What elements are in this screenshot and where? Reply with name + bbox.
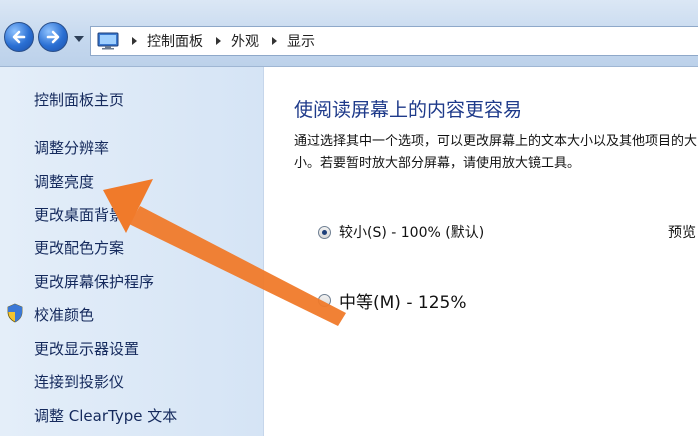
radio-button-medium[interactable] xyxy=(318,294,331,307)
navigation-bar: 控制面板 外观 显示 xyxy=(0,0,698,67)
chevron-right-icon[interactable] xyxy=(129,36,139,46)
sidebar-item-change-color-scheme[interactable]: 更改配色方案 xyxy=(34,237,124,258)
back-button[interactable] xyxy=(4,22,34,52)
shield-icon xyxy=(7,303,23,323)
forward-arrow-icon xyxy=(46,30,60,44)
breadcrumb-control-panel[interactable]: 控制面板 xyxy=(147,31,203,51)
task-pane: 控制面板主页 调整分辨率 调整亮度 更改桌面背景 更改配色方案 更改屏幕保护程序… xyxy=(0,67,264,436)
forward-button[interactable] xyxy=(38,22,68,52)
control-panel-icon xyxy=(97,32,119,50)
sidebar-item-adjust-brightness[interactable]: 调整亮度 xyxy=(34,171,94,192)
address-bar[interactable]: 控制面板 外观 显示 xyxy=(90,26,698,56)
breadcrumb-appearance[interactable]: 外观 xyxy=(231,31,259,51)
sidebar-item-cleartype[interactable]: 调整 ClearType 文本 xyxy=(34,405,177,426)
breadcrumb-display[interactable]: 显示 xyxy=(287,31,315,51)
chevron-right-icon[interactable] xyxy=(269,36,279,46)
sidebar-item-change-screensaver[interactable]: 更改屏幕保护程序 xyxy=(34,271,154,292)
sidebar-item-change-background[interactable]: 更改桌面背景 xyxy=(34,204,124,225)
sidebar-item-display-settings[interactable]: 更改显示器设置 xyxy=(34,338,139,359)
chevron-right-icon[interactable] xyxy=(213,36,223,46)
page-description: 通过选择其中一个选项，可以更改屏幕上的文本大小以及其他项目的大小。若要暂时放大部… xyxy=(294,134,698,171)
history-dropdown-icon[interactable] xyxy=(73,34,85,44)
option-medium-label: 中等(M) - 125% xyxy=(339,293,467,313)
radio-button-smaller[interactable] xyxy=(318,225,331,239)
sidebar-item-adjust-resolution[interactable]: 调整分辨率 xyxy=(34,137,109,158)
back-arrow-icon xyxy=(12,30,26,44)
page-title: 使阅读屏幕上的内容更容易 xyxy=(294,99,523,121)
option-medium[interactable]: 中等(M) - 125% xyxy=(318,288,466,313)
option-smaller[interactable]: 较小(S) - 100% (默认) xyxy=(318,222,484,242)
sidebar-item-connect-projector[interactable]: 连接到投影仪 xyxy=(34,371,124,392)
option-smaller-label: 较小(S) - 100% (默认) xyxy=(339,225,485,241)
sidebar-item-calibrate-color[interactable]: 校准颜色 xyxy=(34,304,94,325)
sidebar-item-control-panel-home[interactable]: 控制面板主页 xyxy=(34,89,124,110)
preview-label: 预览 xyxy=(668,225,696,241)
main-content: 使阅读屏幕上的内容更容易 通过选择其中一个选项，可以更改屏幕上的文本大小以及其他… xyxy=(264,67,698,436)
